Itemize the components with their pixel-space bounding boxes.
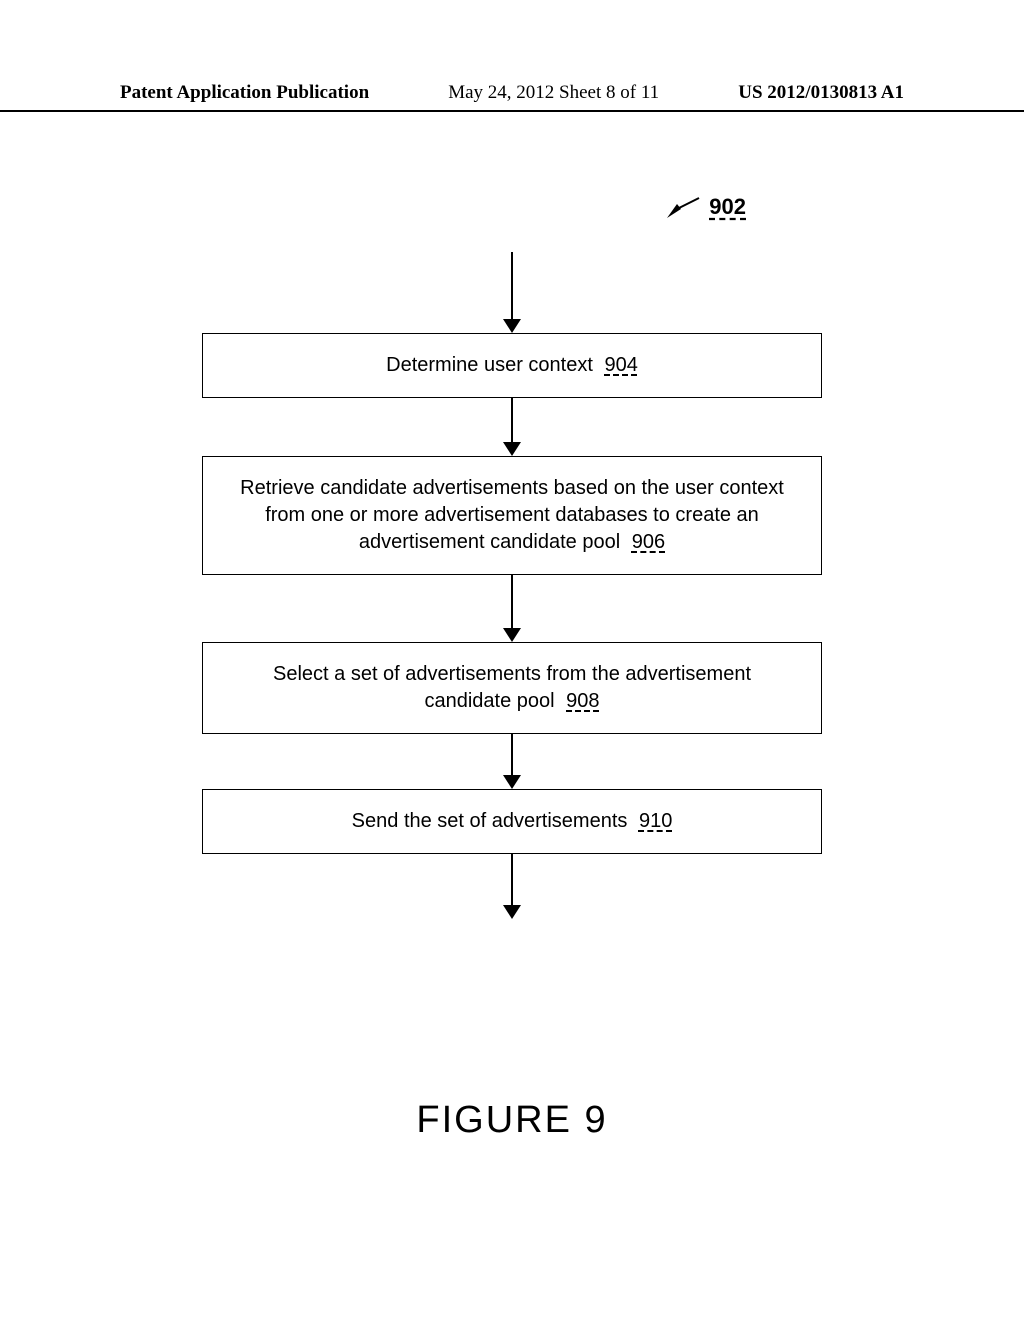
figure-reference-number: 902 — [709, 194, 746, 220]
arrow-pointer-icon — [667, 196, 701, 218]
figure-title: FIGURE 9 — [0, 1099, 1024, 1142]
date-sheet-label: May 24, 2012 Sheet 8 of 11 — [448, 82, 659, 104]
arrow-connector — [503, 734, 521, 789]
flowchart: Determine user context 904 Retrieve cand… — [202, 252, 822, 919]
step-text: Select a set of advertisements from the … — [273, 663, 751, 712]
step-box-908: Select a set of advertisements from the … — [202, 642, 822, 734]
step-ref: 910 — [639, 810, 672, 832]
publication-number: US 2012/0130813 A1 — [738, 82, 904, 104]
arrow-out — [503, 854, 521, 919]
step-text: Send the set of advertisements — [352, 810, 628, 832]
step-box-904: Determine user context 904 — [202, 333, 822, 398]
header-bar: Patent Application Publication May 24, 2… — [0, 0, 1024, 112]
diagram-container: 902 Determine user context 904 Retrieve … — [0, 112, 1024, 1142]
step-ref: 906 — [632, 531, 665, 553]
arrow-connector — [503, 575, 521, 642]
step-box-906: Retrieve candidate advertisements based … — [202, 456, 822, 575]
step-ref: 908 — [566, 690, 599, 712]
step-text: Retrieve candidate advertisements based … — [240, 477, 784, 553]
step-ref: 904 — [604, 354, 637, 376]
step-text: Determine user context — [386, 354, 593, 376]
step-box-910: Send the set of advertisements 910 — [202, 789, 822, 854]
arrow-in — [503, 252, 521, 333]
arrow-connector — [503, 398, 521, 456]
figure-reference-label: 902 — [667, 194, 746, 220]
publication-label: Patent Application Publication — [120, 82, 369, 104]
